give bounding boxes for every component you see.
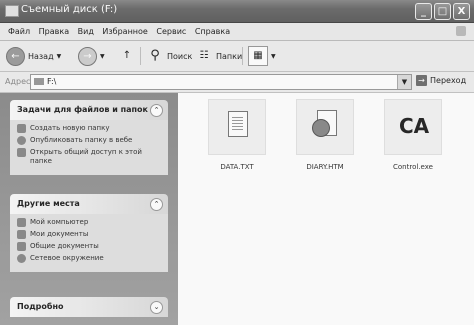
collapse-icon[interactable]: ⌃ <box>150 198 163 211</box>
views-dropdown-icon: ▼ <box>271 52 276 60</box>
task-label: Опубликовать папку в вебе <box>30 136 133 144</box>
network-icon <box>17 254 26 263</box>
collapse-icon[interactable]: ⌃ <box>150 104 163 117</box>
address-label: Адрес: <box>5 77 34 86</box>
file-name: DATA.TXT <box>220 163 254 171</box>
menu-view[interactable]: Вид <box>78 23 94 40</box>
forward-arrow-icon: → <box>78 46 97 66</box>
address-bar: Адрес: F:\ ▼ → Переход <box>0 72 474 93</box>
details-header[interactable]: Подробно ⌄ <box>10 297 168 317</box>
search-button[interactable]: ⚲ Поиск <box>146 46 192 66</box>
place-label: Общие документы <box>30 242 99 250</box>
task-pane: Задачи для файлов и папок ⌃ Создать нову… <box>0 93 178 325</box>
folder-up-icon: ↑ <box>122 50 132 61</box>
search-icon: ⚲ <box>150 48 160 63</box>
place-label: Мой компьютер <box>30 218 89 226</box>
task-new-folder[interactable]: Создать новую папку <box>17 124 162 133</box>
place-network[interactable]: Сетевое окружение <box>17 254 162 263</box>
task-share-folder[interactable]: Открыть общий доступ к этой папке <box>17 148 162 166</box>
text-file-icon <box>228 111 248 137</box>
other-places-header[interactable]: Другие места ⌃ <box>10 194 168 214</box>
details-title: Подробно <box>17 302 64 311</box>
details-panel: Подробно ⌄ <box>10 297 168 317</box>
computer-icon <box>17 218 26 227</box>
go-label: Переход <box>430 76 467 85</box>
file-item[interactable]: DATA.TXT <box>202 99 272 171</box>
other-places-title: Другие места <box>17 199 80 208</box>
windows-logo-icon <box>456 26 466 36</box>
address-input[interactable]: F:\ ▼ <box>30 74 412 90</box>
place-my-documents[interactable]: Мои документы <box>17 230 162 239</box>
menu-file[interactable]: Файл <box>8 23 30 40</box>
folders-icon: ☷ <box>199 50 209 61</box>
drive-icon <box>34 78 44 85</box>
new-folder-icon <box>17 124 26 133</box>
search-label: Поиск <box>167 51 193 61</box>
task-publish-web[interactable]: Опубликовать папку в вебе <box>17 136 162 145</box>
folders-label: Папки <box>216 51 243 61</box>
menu-edit[interactable]: Правка <box>39 23 69 40</box>
file-list: DATA.TXT DIARY.HTM CA Control.exe <box>178 93 474 325</box>
toolbar-separator <box>140 47 141 65</box>
globe-icon <box>17 136 26 145</box>
place-shared-documents[interactable]: Общие документы <box>17 242 162 251</box>
file-name: Control.exe <box>393 163 433 171</box>
folder-icon <box>17 230 26 239</box>
expand-icon[interactable]: ⌄ <box>150 301 163 314</box>
menu-bar: Файл Правка Вид Избранное Сервис Справка <box>0 23 474 41</box>
minimize-button[interactable]: _ <box>415 3 432 20</box>
place-label: Мои документы <box>30 230 89 238</box>
title-bar[interactable]: Съемный диск (F:) _ □ X <box>0 0 474 23</box>
file-item[interactable]: DIARY.HTM <box>290 99 360 171</box>
toolbar-separator <box>242 47 243 65</box>
back-label: Назад <box>28 51 54 61</box>
file-name: DIARY.HTM <box>306 163 344 171</box>
folders-button[interactable]: ☷ Папки <box>195 46 243 66</box>
place-label: Сетевое окружение <box>30 254 104 262</box>
close-button[interactable]: X <box>453 3 470 20</box>
task-label: Создать новую папку <box>30 124 110 132</box>
other-places-panel: Другие места ⌃ Мой компьютер Мои докумен… <box>10 194 168 272</box>
address-value: F:\ <box>47 77 57 86</box>
drive-icon <box>5 5 19 17</box>
file-tasks-panel: Задачи для файлов и папок ⌃ Создать нову… <box>10 100 168 175</box>
forward-button[interactable]: → ▼ <box>78 46 105 66</box>
menu-tools[interactable]: Сервис <box>156 23 186 40</box>
share-icon <box>17 148 26 157</box>
window-title: Съемный диск (F:) <box>21 4 118 15</box>
views-button[interactable]: ▦ ▼ <box>248 46 276 66</box>
explorer-window: Съемный диск (F:) _ □ X Файл Правка Вид … <box>0 0 474 325</box>
up-button[interactable]: ↑ <box>118 46 136 66</box>
back-arrow-icon: ← <box>6 46 25 66</box>
globe-icon <box>312 119 330 137</box>
go-button[interactable]: → Переход <box>416 75 466 86</box>
exe-file-icon: CA <box>399 114 430 138</box>
forward-dropdown-icon: ▼ <box>100 52 105 60</box>
menu-help[interactable]: Справка <box>195 23 230 40</box>
maximize-button[interactable]: □ <box>434 3 451 20</box>
back-dropdown-icon: ▼ <box>56 52 62 60</box>
go-arrow-icon: → <box>416 75 427 86</box>
menu-favorites[interactable]: Избранное <box>102 23 147 40</box>
back-button[interactable]: ← Назад ▼ <box>6 46 61 66</box>
file-item[interactable]: CA Control.exe <box>378 99 448 171</box>
place-my-computer[interactable]: Мой компьютер <box>17 218 162 227</box>
task-label: Открыть общий доступ к этой папке <box>30 148 142 165</box>
folder-icon <box>17 242 26 251</box>
toolbar: ← Назад ▼ → ▼ ↑ ⚲ Поиск ☷ Папки ▦ ▼ <box>0 41 474 72</box>
address-dropdown-icon[interactable]: ▼ <box>397 75 411 89</box>
file-tasks-header[interactable]: Задачи для файлов и папок ⌃ <box>10 100 168 120</box>
file-tasks-title: Задачи для файлов и папок <box>17 105 148 114</box>
views-icon: ▦ <box>248 46 268 66</box>
